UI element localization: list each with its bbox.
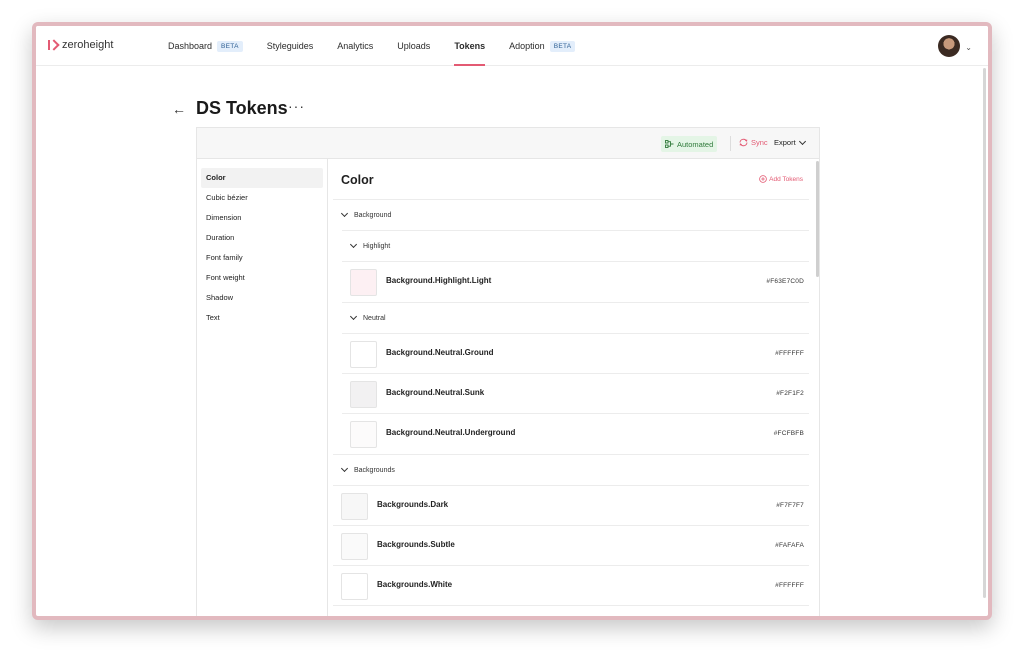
sidebar-item-font-family[interactable]: Font family: [201, 248, 323, 268]
token-row[interactable]: Background.Highlight.Light #F63E7C0D: [342, 261, 809, 301]
token-value: #FCFBFB: [773, 430, 804, 437]
logo-icon: [48, 39, 58, 51]
sidebar-item-text[interactable]: Text: [201, 308, 323, 328]
chevron-down-icon: [340, 464, 349, 473]
color-swatch: [341, 533, 368, 560]
beta-badge: BETA: [217, 40, 243, 52]
nav-item-adoption[interactable]: Adoption BETA: [509, 26, 576, 66]
page-scrollbar[interactable]: [983, 68, 986, 598]
color-swatch: [341, 573, 368, 600]
group-label: Backgrounds: [354, 466, 395, 474]
export-dropdown[interactable]: Export: [774, 137, 806, 147]
user-avatar[interactable]: [938, 35, 960, 57]
app-window: zeroheight Dashboard BETA Styleguides An…: [32, 22, 992, 620]
nav-item-tokens[interactable]: Tokens: [454, 26, 485, 66]
chevron-down-icon: [798, 137, 806, 145]
nav-item-dashboard[interactable]: Dashboard BETA: [168, 26, 243, 66]
token-row[interactable]: Backgrounds.Dark #F7F7F7: [333, 485, 809, 525]
token-name: Background.Neutral.Ground: [386, 348, 494, 357]
nav-item-analytics[interactable]: Analytics: [337, 26, 373, 66]
token-row[interactable]: Background.Neutral.Ground #FFFFFF: [342, 333, 809, 373]
token-name: Backgrounds.White: [377, 580, 453, 589]
color-tokens-content: Color Add Tokens Background Highlight Ba…: [328, 159, 820, 616]
token-row[interactable]: Background.Neutral.Underground #FCFBFB: [342, 413, 809, 453]
token-row[interactable]: Backgrounds.White #FFFFFF: [333, 565, 809, 605]
color-swatch: [350, 341, 377, 368]
automated-label: Automated: [677, 139, 714, 149]
tokens-panel: Automated Sync Export Color Cubic bézier…: [196, 127, 820, 616]
sync-icon: [739, 138, 748, 147]
beta-badge: BETA: [549, 40, 576, 52]
zeroheight-logo[interactable]: zeroheight: [48, 37, 113, 53]
sidebar-item-dimension[interactable]: Dimension: [201, 208, 323, 228]
nav-item-label: Adoption: [509, 41, 545, 51]
group-backgrounds[interactable]: Backgrounds: [333, 454, 809, 485]
token-value: #F7F7F7: [776, 502, 804, 509]
sidebar-item-color[interactable]: Color: [201, 168, 323, 188]
automation-icon: [665, 140, 674, 148]
chevron-down-icon[interactable]: ⌄: [965, 43, 972, 52]
toolbar-divider: [730, 136, 731, 151]
chevron-down-icon: [349, 240, 358, 249]
group-label: Background: [354, 211, 392, 219]
token-value: #F63E7C0D: [766, 278, 804, 285]
sidebar-item-font-weight[interactable]: Font weight: [201, 268, 323, 288]
automated-badge[interactable]: Automated: [661, 136, 718, 152]
group-highlight[interactable]: Highlight: [342, 230, 809, 261]
nav-item-label: Dashboard: [168, 41, 213, 51]
token-value: #FFFFFF: [775, 582, 804, 589]
group-neutral[interactable]: Neutral: [342, 302, 809, 333]
nav-item-label: Uploads: [397, 41, 431, 51]
token-row[interactable]: Background.Neutral.Sunk #F2F1F2: [342, 373, 809, 413]
color-swatch: [350, 269, 377, 296]
group-background[interactable]: Background: [333, 199, 809, 230]
group-label: Neutral: [363, 314, 386, 322]
color-swatch: [341, 493, 368, 520]
content-scrollbar[interactable]: [816, 161, 819, 277]
panel-toolbar: Automated Sync Export: [197, 128, 819, 159]
nav-item-label: Styleguides: [266, 41, 314, 51]
add-tokens-button[interactable]: Add Tokens: [759, 175, 803, 183]
color-swatch: [350, 381, 377, 408]
sync-button[interactable]: Sync: [738, 138, 768, 147]
nav-item-styleguides[interactable]: Styleguides: [267, 26, 314, 66]
token-name: Backgrounds.Subtle: [377, 540, 455, 549]
sidebar-item-cubic-bezier[interactable]: Cubic bézier: [201, 188, 323, 208]
add-tokens-label: Add Tokens: [769, 175, 803, 183]
page-title: DS Tokens: [196, 98, 288, 118]
chevron-down-icon: [340, 209, 349, 218]
more-options-icon[interactable]: ···: [288, 98, 305, 114]
logo-text: zeroheight: [62, 39, 114, 51]
sidebar-item-duration[interactable]: Duration: [201, 228, 323, 248]
token-value: #FFFFFF: [775, 350, 804, 357]
token-row[interactable]: Backgrounds.Subtle #FAFAFA: [333, 525, 809, 565]
color-swatch: [350, 421, 377, 448]
section-title: Color: [341, 173, 374, 187]
top-navigation: zeroheight Dashboard BETA Styleguides An…: [36, 26, 988, 66]
chevron-down-icon: [349, 312, 358, 321]
token-name: Background.Neutral.Underground: [386, 428, 516, 437]
nav-item-label: Tokens: [454, 41, 486, 51]
token-name: Backgrounds.Dark: [377, 500, 449, 509]
nav-item-label: Analytics: [337, 41, 374, 51]
sync-label: Sync: [751, 138, 768, 147]
sidebar-item-shadow[interactable]: Shadow: [201, 288, 323, 308]
nav-item-uploads[interactable]: Uploads: [397, 26, 430, 66]
group-label: Highlight: [363, 242, 391, 250]
back-arrow-icon[interactable]: ←: [172, 101, 186, 117]
token-value: #F2F1F2: [776, 390, 804, 397]
token-name: Background.Highlight.Light: [386, 276, 492, 285]
row-divider: [333, 605, 809, 606]
nav-items: Dashboard BETA Styleguides Analytics Upl…: [168, 26, 599, 66]
token-value: #FAFAFA: [775, 542, 804, 549]
token-category-sidebar: Color Cubic bézier Dimension Duration Fo…: [197, 159, 328, 616]
export-label: Export: [774, 138, 796, 147]
token-name: Background.Neutral.Sunk: [386, 388, 485, 397]
plus-circle-icon: [759, 175, 767, 183]
